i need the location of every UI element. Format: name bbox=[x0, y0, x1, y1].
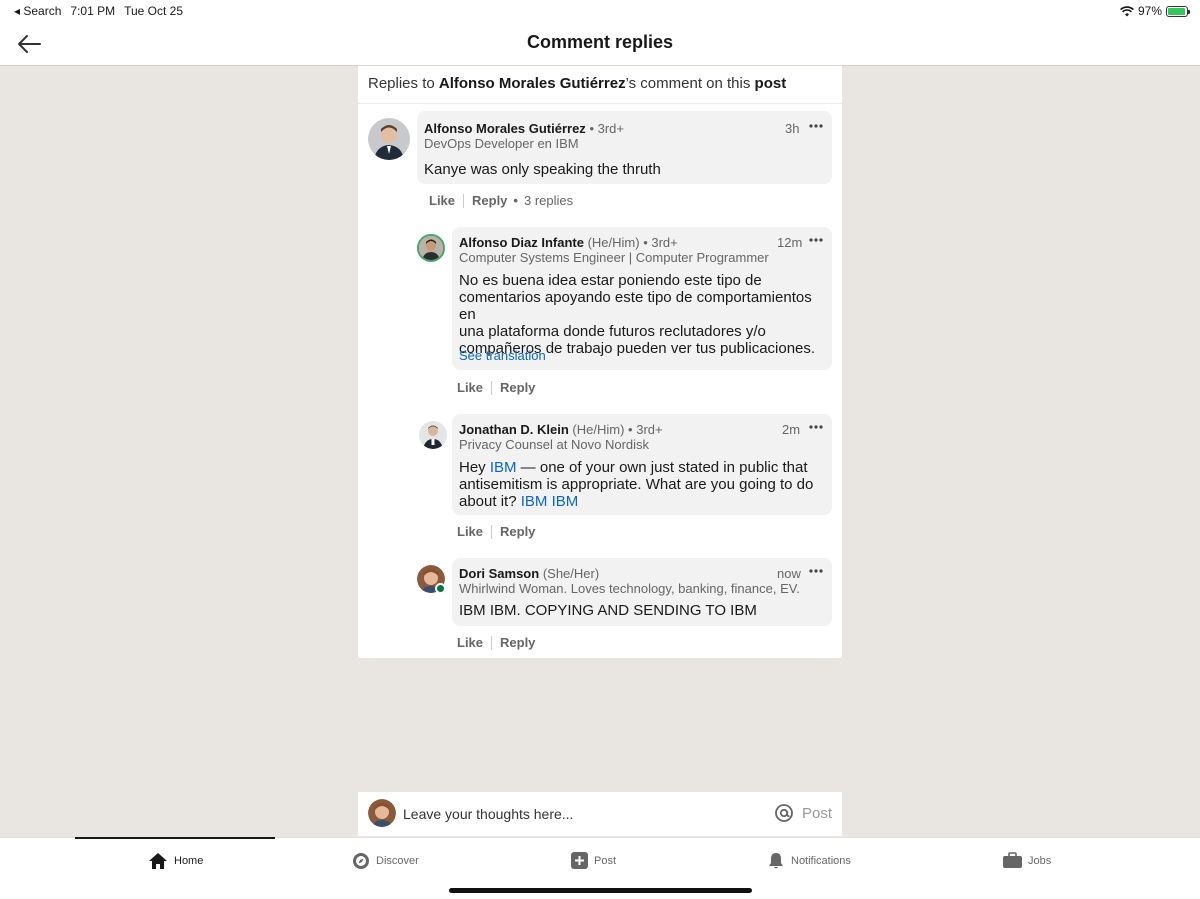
avatar[interactable] bbox=[419, 421, 447, 449]
post-link[interactable]: post bbox=[755, 75, 787, 92]
compass-icon bbox=[353, 853, 369, 869]
avatar[interactable] bbox=[417, 234, 445, 262]
reply-bubble: Dori Samson (She/Her) Whirlwind Woman. L… bbox=[452, 558, 832, 626]
mention-at-icon[interactable] bbox=[774, 803, 794, 823]
more-options-icon[interactable] bbox=[809, 235, 823, 245]
reply-button[interactable]: Reply bbox=[500, 635, 535, 650]
more-options-icon[interactable] bbox=[809, 422, 823, 432]
comment-text: No es buena idea estar poniendo este tip… bbox=[459, 272, 816, 357]
commenter-name[interactable]: Jonathan D. Klein (He/Him) • 3rd+ bbox=[459, 422, 663, 437]
back-to-search[interactable]: ◂ Search bbox=[14, 4, 61, 18]
tab-home[interactable]: Home bbox=[148, 852, 203, 870]
comment-actions: Like Reply bbox=[457, 635, 535, 650]
comment-time: 2m bbox=[782, 422, 801, 437]
comment-actions: Like Reply bbox=[457, 524, 535, 539]
date: Tue Oct 25 bbox=[124, 4, 184, 18]
my-avatar bbox=[368, 799, 396, 827]
tab-notifications[interactable]: Notifications bbox=[767, 852, 851, 870]
comment-time: now bbox=[777, 566, 801, 581]
active-tab-indicator bbox=[75, 837, 275, 839]
wifi-icon bbox=[1120, 5, 1134, 16]
commenter-headline: Computer Systems Engineer | Computer Pro… bbox=[459, 250, 769, 265]
tab-jobs[interactable]: Jobs bbox=[1003, 852, 1051, 869]
comment-actions: Like Reply bbox=[457, 380, 535, 395]
reply-button[interactable]: Reply bbox=[472, 193, 507, 208]
clock: 7:01 PM bbox=[70, 4, 116, 18]
status-bar: ◂ Search 7:01 PM Tue Oct 25 97% bbox=[0, 0, 1200, 22]
mention-link[interactable]: IBM bbox=[521, 493, 548, 510]
comment-time: 12m bbox=[777, 235, 803, 250]
commenter-headline: Whirlwind Woman. Loves technology, banki… bbox=[459, 581, 801, 596]
comment-time: 3h bbox=[785, 121, 800, 136]
home-indicator bbox=[449, 888, 752, 893]
bottom-tab-bar: Home Discover Post Notifications Jobs bbox=[0, 837, 1200, 899]
avatar[interactable] bbox=[368, 118, 410, 160]
bell-icon bbox=[769, 853, 783, 869]
mention-link[interactable]: IBM bbox=[490, 459, 517, 476]
briefcase-icon bbox=[1003, 852, 1022, 868]
reply-button[interactable]: Reply bbox=[500, 380, 535, 395]
comment-input[interactable]: Leave your thoughts here... bbox=[403, 806, 573, 822]
comments-panel: Replies to Alfonso Morales Gutiérrez’s c… bbox=[358, 66, 842, 658]
comment-author-link[interactable]: Alfonso Morales Gutiérrez bbox=[439, 75, 626, 92]
commenter-headline: DevOps Developer en IBM bbox=[424, 136, 579, 151]
plus-square-icon bbox=[571, 852, 588, 869]
replies-context: Replies to Alfonso Morales Gutiérrez’s c… bbox=[358, 66, 842, 104]
replies-count[interactable]: 3 replies bbox=[524, 193, 573, 208]
comment-actions: Like Reply • 3 replies bbox=[429, 193, 574, 208]
battery-icon bbox=[1166, 5, 1190, 17]
commenter-name[interactable]: Alfonso Morales Gutiérrez • 3rd+ bbox=[424, 121, 624, 136]
commenter-name[interactable]: Alfonso Diaz Infante (He/Him) • 3rd+ bbox=[459, 235, 678, 250]
comment-bubble: Alfonso Morales Gutiérrez • 3rd+ DevOps … bbox=[417, 111, 832, 184]
online-status-icon bbox=[435, 583, 446, 594]
reply-bubble: Jonathan D. Klein (He/Him) • 3rd+ Privac… bbox=[452, 414, 832, 515]
comment-text: Kanye was only speaking the thruth bbox=[424, 161, 661, 178]
header: Comment replies bbox=[0, 22, 1200, 66]
tab-discover[interactable]: Discover bbox=[352, 852, 419, 870]
post-comment-button[interactable]: Post bbox=[802, 805, 832, 822]
comment-text: IBM IBM. COPYING AND SENDING TO IBM bbox=[459, 602, 757, 619]
avatar[interactable] bbox=[417, 565, 446, 594]
reply-bubble: Alfonso Diaz Infante (He/Him) • 3rd+ Com… bbox=[452, 227, 832, 370]
commenter-name[interactable]: Dori Samson (She/Her) bbox=[459, 566, 599, 581]
page-title: Comment replies bbox=[526, 32, 674, 52]
tab-post[interactable]: Post bbox=[571, 852, 616, 869]
commenter-headline: Privacy Counsel at Novo Nordisk bbox=[459, 437, 650, 452]
like-button[interactable]: Like bbox=[457, 524, 483, 539]
reply-button[interactable]: Reply bbox=[500, 524, 535, 539]
like-button[interactable]: Like bbox=[429, 193, 455, 208]
like-button[interactable]: Like bbox=[457, 380, 483, 395]
mention-link[interactable]: IBM bbox=[552, 493, 579, 510]
comment-text: Hey IBM — one of your own just stated in… bbox=[459, 459, 814, 510]
see-translation-link[interactable]: See translation bbox=[459, 348, 546, 363]
battery-percent: 97% bbox=[1137, 4, 1162, 18]
more-options-icon[interactable] bbox=[809, 121, 823, 131]
comment-composer: Leave your thoughts here... Post bbox=[358, 792, 842, 836]
more-options-icon[interactable] bbox=[809, 566, 823, 576]
like-button[interactable]: Like bbox=[457, 635, 483, 650]
home-icon bbox=[149, 853, 167, 869]
